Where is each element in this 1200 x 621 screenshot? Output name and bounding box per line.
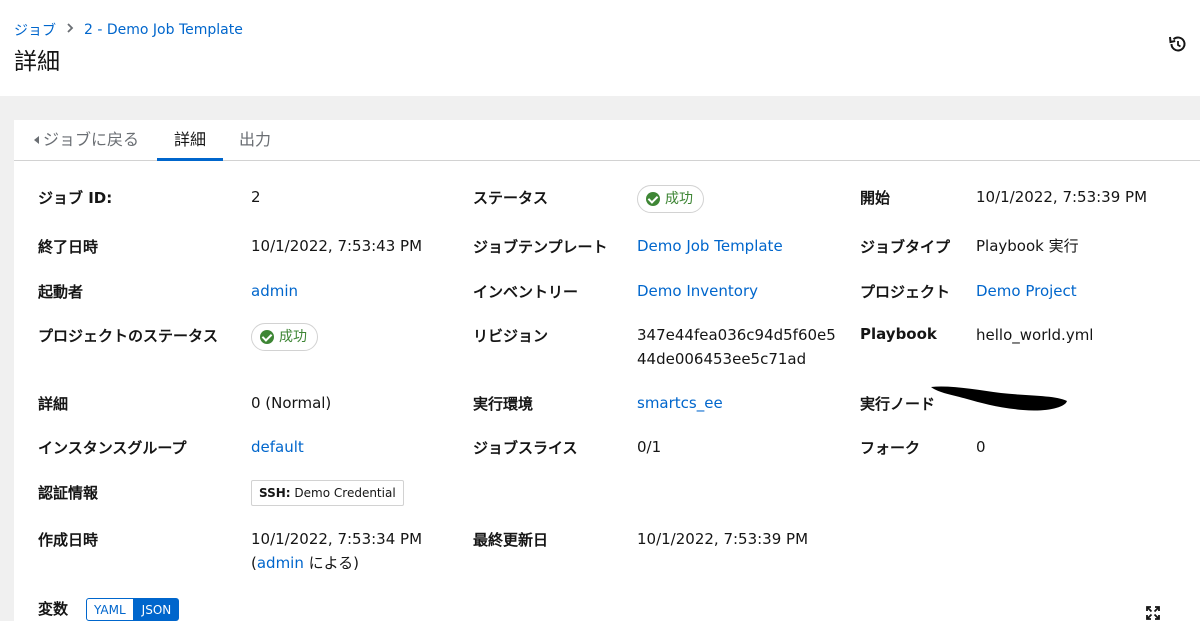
tab-back-label: ジョブに戻る [43, 130, 140, 149]
playbook-value: hello_world.yml [976, 326, 1094, 344]
variables-format-toggle: YAML JSON [86, 598, 180, 621]
tab-details[interactable]: 詳細 [157, 120, 223, 161]
job-slice-value: 0/1 [637, 438, 662, 456]
job-template-label: ジョブテンプレート [473, 238, 608, 256]
job-id-value: 2 [251, 188, 261, 206]
check-circle-icon [260, 330, 274, 344]
project-status-label: プロジェクトのステータス [38, 327, 219, 345]
project-status-value: 成功 [279, 329, 307, 345]
credential-chip[interactable]: SSH: Demo Credential [251, 480, 404, 506]
verbosity-label: 詳細 [38, 395, 69, 413]
status-label: ステータス [473, 189, 549, 207]
page-title: 詳細 [14, 49, 60, 75]
verbosity-value: 0 (Normal) [251, 394, 332, 412]
created-by-suffix: による) [303, 554, 360, 572]
revision-label: リビジョン [473, 327, 549, 345]
revision-value-line2: 44de006453ee5c71ad [637, 350, 807, 368]
execution-node-label: 実行ノード [860, 395, 936, 413]
finished-label: 終了日時 [38, 238, 99, 256]
created-by: (admin による) [251, 551, 359, 575]
created-by-user-link[interactable]: admin [257, 554, 304, 572]
tab-output[interactable]: 出力 [239, 120, 271, 161]
json-toggle-button[interactable]: JSON [133, 598, 180, 621]
status-badge: 成功 [637, 185, 704, 213]
forks-value: 0 [976, 438, 986, 456]
execution-environment-link[interactable]: smartcs_ee [637, 391, 723, 415]
created-value: 10/1/2022, 7:53:34 PM [251, 530, 423, 548]
credentials-label: 認証情報 [38, 484, 99, 502]
inventory-link[interactable]: Demo Inventory [637, 279, 758, 303]
forks-label: フォーク [860, 439, 921, 457]
job-type-value: Playbook 実行 [976, 237, 1079, 255]
credential-name: Demo Credential [294, 486, 396, 500]
tab-bar: ジョブに戻る 詳細 出力 [14, 120, 1200, 161]
modified-value: 10/1/2022, 7:53:39 PM [637, 530, 809, 548]
started-value: 10/1/2022, 7:53:39 PM [976, 188, 1148, 206]
breadcrumb: ジョブ 2 - Demo Job Template [14, 20, 243, 40]
yaml-toggle-button[interactable]: YAML [86, 598, 134, 621]
tab-back-to-jobs[interactable]: ジョブに戻る [34, 120, 139, 161]
variables-label: 変数 [38, 600, 69, 618]
launched-by-link[interactable]: admin [251, 279, 298, 303]
instance-group-link[interactable]: default [251, 435, 304, 459]
project-label: プロジェクト [860, 283, 951, 301]
redaction-mark [931, 386, 1067, 411]
job-template-link[interactable]: Demo Job Template [637, 234, 783, 258]
project-link[interactable]: Demo Project [976, 279, 1077, 303]
job-type-label: ジョブタイプ [860, 238, 951, 256]
instance-group-label: インスタンスグループ [38, 439, 187, 457]
execution-environment-label: 実行環境 [473, 395, 534, 413]
inventory-label: インベントリー [473, 283, 579, 301]
credential-type: SSH: [259, 486, 291, 500]
page-header: ジョブ 2 - Demo Job Template 詳細 [0, 0, 1200, 96]
check-circle-icon [646, 192, 660, 206]
breadcrumb-current[interactable]: 2 - Demo Job Template [84, 22, 243, 38]
job-slice-label: ジョブスライス [473, 439, 578, 457]
project-status-badge: 成功 [251, 323, 318, 351]
created-label: 作成日時 [38, 531, 99, 549]
chevron-right-icon [66, 22, 74, 36]
job-id-label: ジョブ ID: [38, 189, 113, 207]
caret-left-icon [34, 135, 39, 144]
modified-label: 最終更新日 [473, 531, 549, 549]
launched-by-label: 起動者 [38, 283, 84, 301]
started-label: 開始 [860, 189, 891, 207]
job-detail-card: ジョブに戻る 詳細 出力 ジョブ ID: 2 ステータス 成功 開始 10/1/… [14, 120, 1200, 621]
playbook-label: Playbook [860, 325, 937, 343]
status-value: 成功 [665, 191, 693, 207]
finished-value: 10/1/2022, 7:53:43 PM [251, 237, 423, 255]
revision-value-line1: 347e44fea036c94d5f60e5 [637, 326, 836, 344]
history-icon[interactable] [1166, 33, 1188, 55]
expand-icon[interactable] [1145, 605, 1161, 621]
breadcrumb-jobs-link[interactable]: ジョブ [14, 20, 56, 40]
